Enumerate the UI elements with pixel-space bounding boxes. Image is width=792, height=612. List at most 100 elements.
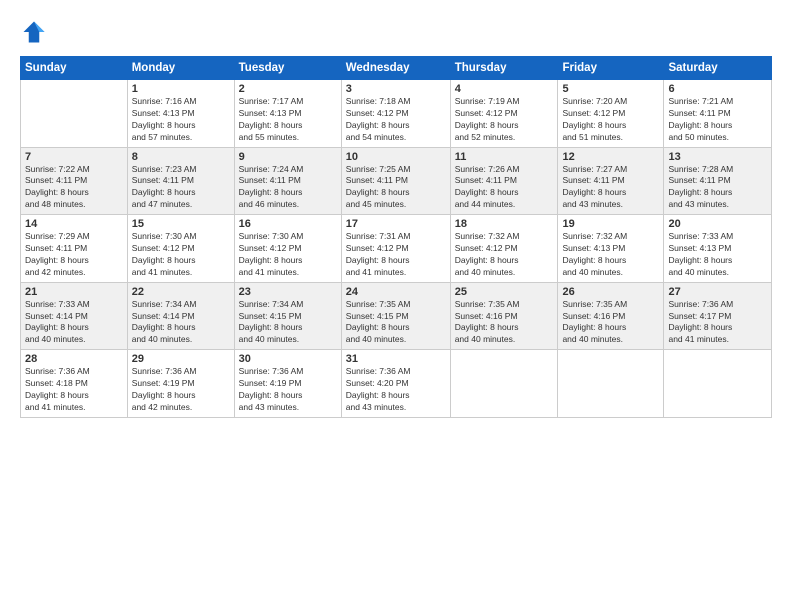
logo bbox=[20, 18, 52, 46]
calendar-cell: 10Sunrise: 7:25 AM Sunset: 4:11 PM Dayli… bbox=[341, 147, 450, 215]
day-number: 31 bbox=[346, 353, 446, 365]
day-info: Sunrise: 7:28 AM Sunset: 4:11 PM Dayligh… bbox=[668, 164, 767, 212]
day-info: Sunrise: 7:36 AM Sunset: 4:18 PM Dayligh… bbox=[25, 366, 123, 414]
day-number: 10 bbox=[346, 151, 446, 163]
day-number: 25 bbox=[455, 286, 554, 298]
day-info: Sunrise: 7:23 AM Sunset: 4:11 PM Dayligh… bbox=[132, 164, 230, 212]
calendar-cell: 12Sunrise: 7:27 AM Sunset: 4:11 PM Dayli… bbox=[558, 147, 664, 215]
calendar-cell: 29Sunrise: 7:36 AM Sunset: 4:19 PM Dayli… bbox=[127, 350, 234, 418]
day-info: Sunrise: 7:25 AM Sunset: 4:11 PM Dayligh… bbox=[346, 164, 446, 212]
day-number: 17 bbox=[346, 218, 446, 230]
calendar-cell: 16Sunrise: 7:30 AM Sunset: 4:12 PM Dayli… bbox=[234, 215, 341, 283]
calendar-cell bbox=[558, 350, 664, 418]
day-number: 9 bbox=[239, 151, 337, 163]
calendar-cell: 22Sunrise: 7:34 AM Sunset: 4:14 PM Dayli… bbox=[127, 282, 234, 350]
calendar-cell: 6Sunrise: 7:21 AM Sunset: 4:11 PM Daylig… bbox=[664, 80, 772, 148]
day-number: 3 bbox=[346, 83, 446, 95]
day-info: Sunrise: 7:36 AM Sunset: 4:19 PM Dayligh… bbox=[239, 366, 337, 414]
day-info: Sunrise: 7:32 AM Sunset: 4:13 PM Dayligh… bbox=[562, 231, 659, 279]
day-info: Sunrise: 7:33 AM Sunset: 4:13 PM Dayligh… bbox=[668, 231, 767, 279]
day-number: 13 bbox=[668, 151, 767, 163]
calendar-cell: 27Sunrise: 7:36 AM Sunset: 4:17 PM Dayli… bbox=[664, 282, 772, 350]
day-info: Sunrise: 7:30 AM Sunset: 4:12 PM Dayligh… bbox=[239, 231, 337, 279]
day-number: 16 bbox=[239, 218, 337, 230]
day-number: 27 bbox=[668, 286, 767, 298]
calendar-cell: 18Sunrise: 7:32 AM Sunset: 4:12 PM Dayli… bbox=[450, 215, 558, 283]
weekday-header: Sunday bbox=[21, 57, 128, 80]
day-info: Sunrise: 7:24 AM Sunset: 4:11 PM Dayligh… bbox=[239, 164, 337, 212]
day-number: 2 bbox=[239, 83, 337, 95]
day-info: Sunrise: 7:27 AM Sunset: 4:11 PM Dayligh… bbox=[562, 164, 659, 212]
calendar-cell: 26Sunrise: 7:35 AM Sunset: 4:16 PM Dayli… bbox=[558, 282, 664, 350]
calendar-cell: 24Sunrise: 7:35 AM Sunset: 4:15 PM Dayli… bbox=[341, 282, 450, 350]
calendar-cell: 17Sunrise: 7:31 AM Sunset: 4:12 PM Dayli… bbox=[341, 215, 450, 283]
calendar-cell bbox=[21, 80, 128, 148]
calendar-cell: 14Sunrise: 7:29 AM Sunset: 4:11 PM Dayli… bbox=[21, 215, 128, 283]
day-info: Sunrise: 7:35 AM Sunset: 4:16 PM Dayligh… bbox=[455, 299, 554, 347]
day-info: Sunrise: 7:20 AM Sunset: 4:12 PM Dayligh… bbox=[562, 96, 659, 144]
day-number: 12 bbox=[562, 151, 659, 163]
calendar-cell: 5Sunrise: 7:20 AM Sunset: 4:12 PM Daylig… bbox=[558, 80, 664, 148]
calendar-cell: 3Sunrise: 7:18 AM Sunset: 4:12 PM Daylig… bbox=[341, 80, 450, 148]
day-info: Sunrise: 7:18 AM Sunset: 4:12 PM Dayligh… bbox=[346, 96, 446, 144]
calendar-cell bbox=[664, 350, 772, 418]
day-number: 29 bbox=[132, 353, 230, 365]
weekday-header: Wednesday bbox=[341, 57, 450, 80]
day-number: 26 bbox=[562, 286, 659, 298]
calendar-cell: 15Sunrise: 7:30 AM Sunset: 4:12 PM Dayli… bbox=[127, 215, 234, 283]
day-info: Sunrise: 7:32 AM Sunset: 4:12 PM Dayligh… bbox=[455, 231, 554, 279]
calendar-week-row: 1Sunrise: 7:16 AM Sunset: 4:13 PM Daylig… bbox=[21, 80, 772, 148]
day-info: Sunrise: 7:29 AM Sunset: 4:11 PM Dayligh… bbox=[25, 231, 123, 279]
day-info: Sunrise: 7:35 AM Sunset: 4:16 PM Dayligh… bbox=[562, 299, 659, 347]
calendar-week-row: 21Sunrise: 7:33 AM Sunset: 4:14 PM Dayli… bbox=[21, 282, 772, 350]
day-number: 1 bbox=[132, 83, 230, 95]
calendar-cell: 19Sunrise: 7:32 AM Sunset: 4:13 PM Dayli… bbox=[558, 215, 664, 283]
calendar-cell: 30Sunrise: 7:36 AM Sunset: 4:19 PM Dayli… bbox=[234, 350, 341, 418]
calendar-cell: 28Sunrise: 7:36 AM Sunset: 4:18 PM Dayli… bbox=[21, 350, 128, 418]
day-info: Sunrise: 7:34 AM Sunset: 4:15 PM Dayligh… bbox=[239, 299, 337, 347]
day-number: 30 bbox=[239, 353, 337, 365]
calendar-cell: 20Sunrise: 7:33 AM Sunset: 4:13 PM Dayli… bbox=[664, 215, 772, 283]
day-number: 8 bbox=[132, 151, 230, 163]
weekday-header: Monday bbox=[127, 57, 234, 80]
day-info: Sunrise: 7:22 AM Sunset: 4:11 PM Dayligh… bbox=[25, 164, 123, 212]
day-info: Sunrise: 7:36 AM Sunset: 4:20 PM Dayligh… bbox=[346, 366, 446, 414]
day-number: 11 bbox=[455, 151, 554, 163]
calendar-cell: 21Sunrise: 7:33 AM Sunset: 4:14 PM Dayli… bbox=[21, 282, 128, 350]
day-number: 15 bbox=[132, 218, 230, 230]
day-number: 7 bbox=[25, 151, 123, 163]
day-number: 24 bbox=[346, 286, 446, 298]
calendar-cell: 11Sunrise: 7:26 AM Sunset: 4:11 PM Dayli… bbox=[450, 147, 558, 215]
day-info: Sunrise: 7:35 AM Sunset: 4:15 PM Dayligh… bbox=[346, 299, 446, 347]
day-info: Sunrise: 7:26 AM Sunset: 4:11 PM Dayligh… bbox=[455, 164, 554, 212]
page: SundayMondayTuesdayWednesdayThursdayFrid… bbox=[0, 0, 792, 612]
calendar-cell: 23Sunrise: 7:34 AM Sunset: 4:15 PM Dayli… bbox=[234, 282, 341, 350]
calendar-header-row: SundayMondayTuesdayWednesdayThursdayFrid… bbox=[21, 57, 772, 80]
weekday-header: Thursday bbox=[450, 57, 558, 80]
day-info: Sunrise: 7:17 AM Sunset: 4:13 PM Dayligh… bbox=[239, 96, 337, 144]
calendar-cell: 13Sunrise: 7:28 AM Sunset: 4:11 PM Dayli… bbox=[664, 147, 772, 215]
calendar-week-row: 14Sunrise: 7:29 AM Sunset: 4:11 PM Dayli… bbox=[21, 215, 772, 283]
day-info: Sunrise: 7:34 AM Sunset: 4:14 PM Dayligh… bbox=[132, 299, 230, 347]
day-info: Sunrise: 7:31 AM Sunset: 4:12 PM Dayligh… bbox=[346, 231, 446, 279]
day-info: Sunrise: 7:21 AM Sunset: 4:11 PM Dayligh… bbox=[668, 96, 767, 144]
day-number: 22 bbox=[132, 286, 230, 298]
calendar-cell: 4Sunrise: 7:19 AM Sunset: 4:12 PM Daylig… bbox=[450, 80, 558, 148]
day-info: Sunrise: 7:33 AM Sunset: 4:14 PM Dayligh… bbox=[25, 299, 123, 347]
logo-icon bbox=[20, 18, 48, 46]
day-info: Sunrise: 7:19 AM Sunset: 4:12 PM Dayligh… bbox=[455, 96, 554, 144]
day-number: 5 bbox=[562, 83, 659, 95]
day-number: 4 bbox=[455, 83, 554, 95]
calendar-cell: 9Sunrise: 7:24 AM Sunset: 4:11 PM Daylig… bbox=[234, 147, 341, 215]
day-number: 28 bbox=[25, 353, 123, 365]
day-number: 21 bbox=[25, 286, 123, 298]
day-number: 20 bbox=[668, 218, 767, 230]
calendar-week-row: 7Sunrise: 7:22 AM Sunset: 4:11 PM Daylig… bbox=[21, 147, 772, 215]
day-number: 23 bbox=[239, 286, 337, 298]
calendar-cell: 7Sunrise: 7:22 AM Sunset: 4:11 PM Daylig… bbox=[21, 147, 128, 215]
calendar-cell: 1Sunrise: 7:16 AM Sunset: 4:13 PM Daylig… bbox=[127, 80, 234, 148]
day-number: 19 bbox=[562, 218, 659, 230]
calendar-cell: 8Sunrise: 7:23 AM Sunset: 4:11 PM Daylig… bbox=[127, 147, 234, 215]
calendar-cell: 2Sunrise: 7:17 AM Sunset: 4:13 PM Daylig… bbox=[234, 80, 341, 148]
day-number: 6 bbox=[668, 83, 767, 95]
